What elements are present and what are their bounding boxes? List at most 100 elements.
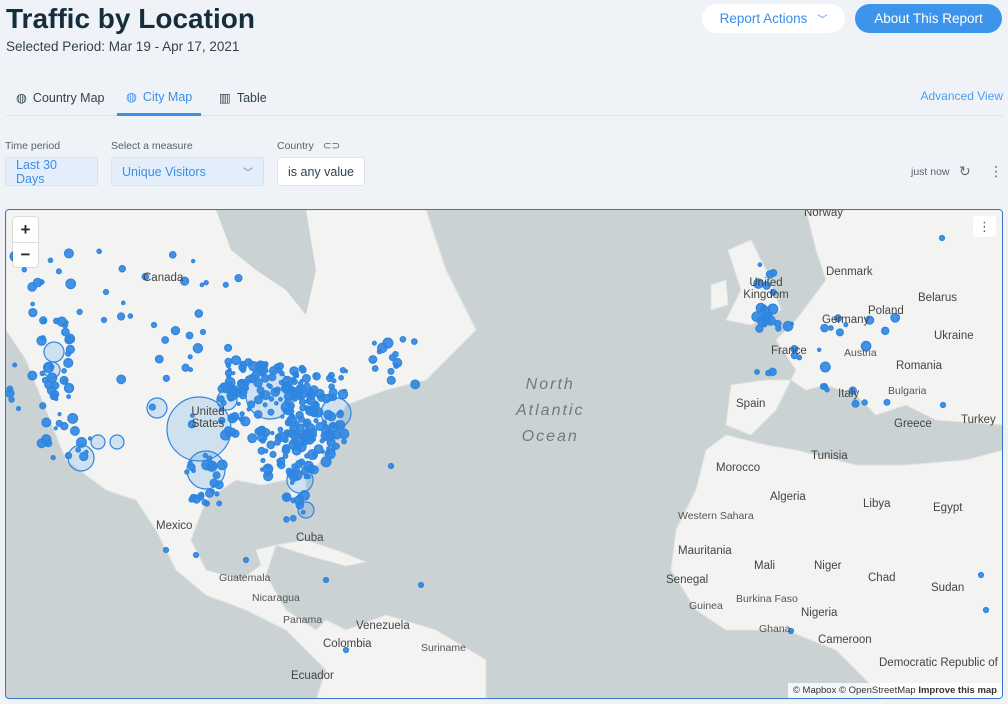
visitor-marker[interactable] xyxy=(61,368,67,374)
visitor-marker[interactable] xyxy=(187,354,193,360)
visitor-marker[interactable] xyxy=(21,266,28,273)
visitor-marker[interactable] xyxy=(230,355,242,366)
visitor-marker[interactable] xyxy=(328,394,335,402)
advanced-view-link[interactable]: Advanced View xyxy=(921,89,1004,103)
visitor-marker[interactable] xyxy=(46,372,58,384)
visitor-marker[interactable] xyxy=(120,300,126,306)
visitor-marker[interactable] xyxy=(206,460,218,472)
visitor-marker[interactable] xyxy=(260,457,266,464)
visitor-marker[interactable] xyxy=(302,427,314,439)
visitor-marker[interactable] xyxy=(76,436,87,448)
visitor-marker[interactable] xyxy=(290,438,297,445)
visitor-marker[interactable] xyxy=(189,493,198,502)
visitor-marker[interactable] xyxy=(417,581,425,589)
visitor-marker[interactable] xyxy=(87,436,93,441)
visitor-marker[interactable] xyxy=(66,394,72,400)
visitor-marker[interactable] xyxy=(237,379,249,390)
country-filter[interactable]: is any value xyxy=(277,157,365,186)
visitor-marker[interactable] xyxy=(283,429,291,437)
visitor-marker[interactable] xyxy=(274,386,281,393)
visitor-marker[interactable] xyxy=(324,448,336,460)
visitor-marker[interactable] xyxy=(238,388,244,394)
visitor-marker[interactable] xyxy=(880,326,890,336)
visitor-marker[interactable] xyxy=(50,455,56,461)
visitor-marker[interactable] xyxy=(276,462,282,468)
visitor-marker[interactable] xyxy=(154,354,164,364)
visitor-marker[interactable] xyxy=(263,470,274,482)
link-icon[interactable]: ⊂⊃ xyxy=(323,140,341,152)
visitor-marker[interactable] xyxy=(201,499,208,506)
visitor-marker[interactable] xyxy=(303,405,309,411)
visitor-marker[interactable] xyxy=(57,411,62,417)
visitor-marker[interactable] xyxy=(222,281,229,288)
visitor-marker[interactable] xyxy=(756,315,768,327)
visitor-marker[interactable] xyxy=(341,438,347,445)
visitor-marker[interactable] xyxy=(281,445,291,455)
visitor-marker[interactable] xyxy=(339,366,347,374)
visitor-marker[interactable] xyxy=(41,417,52,428)
visitor-marker[interactable] xyxy=(191,468,196,473)
visitor-marker[interactable] xyxy=(254,427,263,436)
visitor-marker[interactable] xyxy=(755,302,766,314)
visitor-marker[interactable] xyxy=(227,367,232,372)
visitor-marker[interactable] xyxy=(824,387,830,393)
visitor-marker[interactable] xyxy=(299,366,307,374)
visitor-marker[interactable] xyxy=(61,327,70,337)
visitor-marker[interactable] xyxy=(96,248,102,255)
visitor-marker[interactable] xyxy=(392,351,399,358)
visitor-marker[interactable] xyxy=(290,497,297,504)
visitor-marker[interactable] xyxy=(269,450,277,458)
visitor-marker[interactable] xyxy=(224,343,233,352)
zoom-out-button[interactable]: − xyxy=(13,242,38,267)
visitor-marker[interactable] xyxy=(190,258,196,264)
visitor-marker[interactable] xyxy=(280,414,285,419)
visitor-marker[interactable] xyxy=(266,440,276,450)
visitor-marker[interactable] xyxy=(39,370,46,377)
visitor-marker[interactable] xyxy=(199,282,205,288)
visitor-marker[interactable] xyxy=(392,357,403,368)
attribution-text[interactable]: © Mapbox © OpenStreetMap xyxy=(793,685,916,696)
visitor-marker[interactable] xyxy=(216,500,223,507)
visitor-marker[interactable] xyxy=(127,313,134,319)
visitor-marker[interactable] xyxy=(274,433,283,442)
visitor-marker[interactable] xyxy=(238,416,246,423)
visitor-marker[interactable] xyxy=(47,257,54,264)
visitor-marker[interactable] xyxy=(883,398,891,406)
visitor-marker[interactable] xyxy=(148,403,156,411)
visitor-marker[interactable] xyxy=(289,480,295,485)
city-map[interactable]: + − ⋮ North Atlantic Ocean Canada United St… xyxy=(5,209,1003,699)
visitor-marker[interactable] xyxy=(336,410,344,419)
visitor-marker[interactable] xyxy=(382,337,394,349)
visitor-marker[interactable] xyxy=(410,379,421,390)
visitor-marker[interactable] xyxy=(41,318,47,324)
visitor-marker[interactable] xyxy=(192,551,200,559)
visitor-marker[interactable] xyxy=(295,411,304,420)
visitor-marker[interactable] xyxy=(819,361,831,373)
visitor-marker[interactable] xyxy=(187,460,193,466)
visitor-marker[interactable] xyxy=(170,325,181,336)
visitor-marker[interactable] xyxy=(368,355,378,364)
visitor-marker[interactable] xyxy=(39,279,45,285)
visitor-marker[interactable] xyxy=(789,321,794,327)
visitor-marker[interactable] xyxy=(236,401,241,406)
visitor-marker[interactable] xyxy=(387,367,395,375)
visitor-marker[interactable] xyxy=(816,347,822,352)
visitor-marker[interactable] xyxy=(162,374,170,382)
about-report-button[interactable]: About This Report xyxy=(855,4,1002,33)
visitor-marker[interactable] xyxy=(247,433,258,444)
visitor-marker[interactable] xyxy=(60,422,69,431)
visitor-marker[interactable] xyxy=(234,274,243,283)
visitor-marker[interactable] xyxy=(118,265,126,273)
visitor-marker[interactable] xyxy=(282,493,290,500)
visitor-marker[interactable] xyxy=(116,374,127,385)
visitor-marker[interactable] xyxy=(291,463,298,470)
visitor-marker[interactable] xyxy=(289,514,297,522)
visitor-marker[interactable] xyxy=(43,341,65,363)
visitor-marker[interactable] xyxy=(53,426,58,431)
visitor-marker[interactable] xyxy=(63,357,74,368)
visitor-marker[interactable] xyxy=(239,411,245,417)
visitor-marker[interactable] xyxy=(282,453,289,459)
visitor-marker[interactable] xyxy=(39,402,47,410)
visitor-marker[interactable] xyxy=(109,434,125,450)
visitor-marker[interactable] xyxy=(192,343,204,354)
